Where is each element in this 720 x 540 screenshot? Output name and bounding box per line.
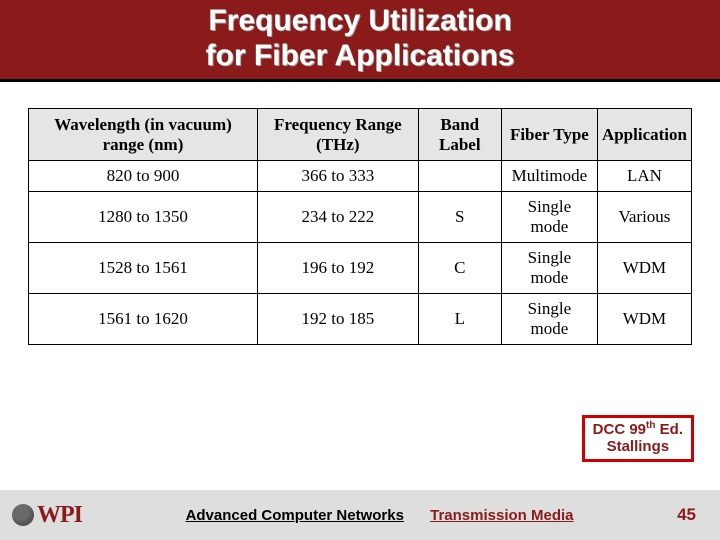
table-row: 1280 to 1350 234 to 222 S Single mode Va… (29, 192, 692, 243)
cell-frequency: 366 to 333 (258, 161, 419, 192)
footer-course: Advanced Computer Networks (186, 507, 404, 524)
credit-box: DCC 99th Ed. Stallings (582, 415, 694, 463)
slide-header: Frequency Utilization for Fiber Applicat… (0, 0, 720, 82)
title-line-1: Frequency Utilization (208, 4, 511, 37)
slide-content: Wavelength (in vacuum) range (nm) Freque… (0, 82, 720, 345)
footer-topic: Transmission Media (430, 507, 573, 524)
cell-band: L (418, 294, 501, 345)
cell-app: LAN (597, 161, 691, 192)
col-fiber: Fiber Type (501, 109, 597, 161)
col-frequency: Frequency Range (THz) (258, 109, 419, 161)
wpi-logo: WPI (12, 502, 82, 529)
cell-app: WDM (597, 294, 691, 345)
col-band: Band Label (418, 109, 501, 161)
title-line-2: for Fiber Applications (206, 39, 515, 72)
cell-app: Various (597, 192, 691, 243)
footer-center: Advanced Computer Networks Transmission … (82, 507, 677, 524)
cell-band: C (418, 243, 501, 294)
cell-fiber: Multimode (501, 161, 597, 192)
cell-fiber: Single mode (501, 294, 597, 345)
credit-line-1: DCC 99th Ed. (593, 420, 683, 438)
cell-frequency: 234 to 222 (258, 192, 419, 243)
slide-title: Frequency Utilization for Fiber Applicat… (0, 4, 720, 73)
slide-footer: WPI Advanced Computer Networks Transmiss… (0, 490, 720, 540)
table-row: 1561 to 1620 192 to 185 L Single mode WD… (29, 294, 692, 345)
slide-number: 45 (677, 505, 696, 525)
cell-fiber: Single mode (501, 243, 597, 294)
cell-wavelength: 1561 to 1620 (29, 294, 258, 345)
cell-frequency: 196 to 192 (258, 243, 419, 294)
table-header-row: Wavelength (in vacuum) range (nm) Freque… (29, 109, 692, 161)
cell-frequency: 192 to 185 (258, 294, 419, 345)
credit-line-2: Stallings (593, 438, 683, 455)
table-row: 1528 to 1561 196 to 192 C Single mode WD… (29, 243, 692, 294)
cell-app: WDM (597, 243, 691, 294)
wpi-logo-text: WPI (37, 502, 82, 529)
cell-fiber: Single mode (501, 192, 597, 243)
cell-wavelength: 820 to 900 (29, 161, 258, 192)
cell-wavelength: 1528 to 1561 (29, 243, 258, 294)
wpi-logo-icon (12, 504, 34, 526)
cell-band (418, 161, 501, 192)
cell-wavelength: 1280 to 1350 (29, 192, 258, 243)
frequency-table: Wavelength (in vacuum) range (nm) Freque… (28, 108, 692, 345)
col-app: Application (597, 109, 691, 161)
cell-band: S (418, 192, 501, 243)
table-row: 820 to 900 366 to 333 Multimode LAN (29, 161, 692, 192)
col-wavelength: Wavelength (in vacuum) range (nm) (29, 109, 258, 161)
